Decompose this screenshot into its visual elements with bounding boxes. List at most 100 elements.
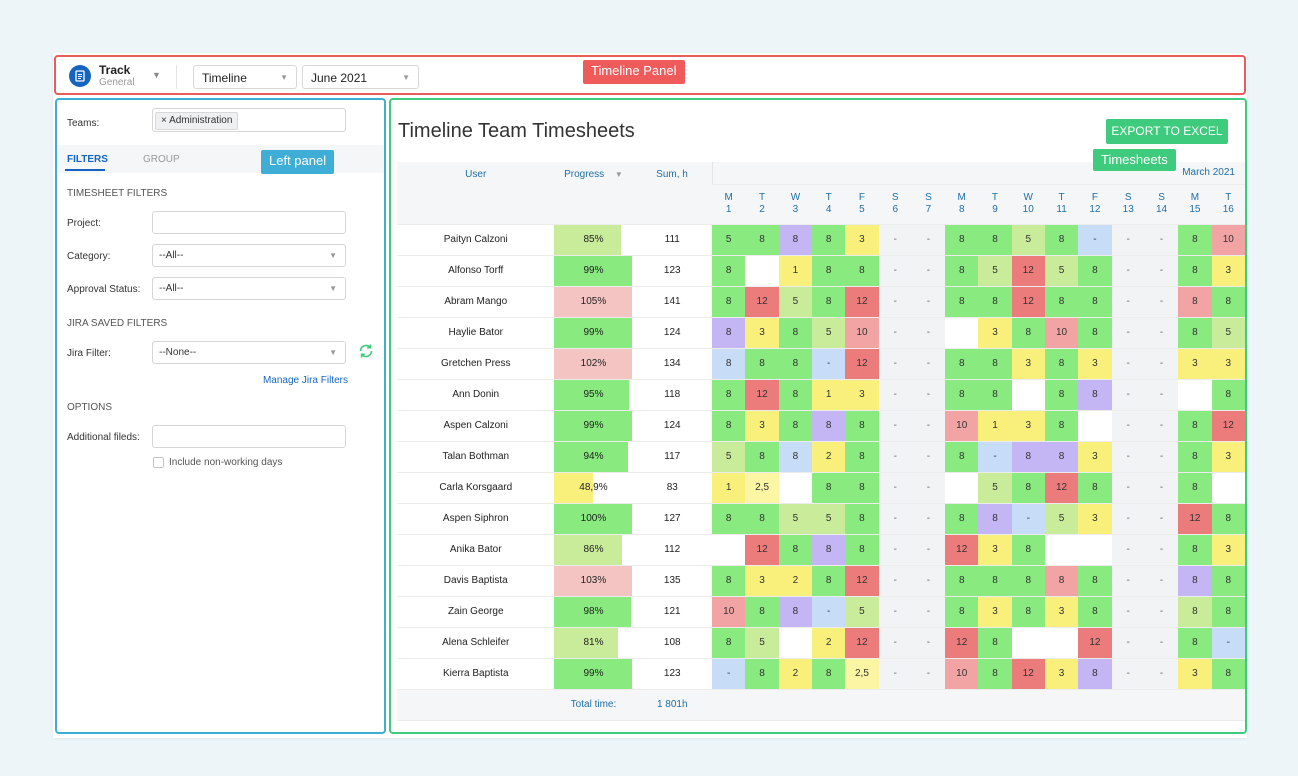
day-cell[interactable]: 8 xyxy=(1211,565,1245,597)
day-cell[interactable]: - xyxy=(878,410,912,442)
day-cell[interactable]: 8 xyxy=(945,503,979,535)
day-cell[interactable]: - xyxy=(1144,627,1179,659)
day-cell[interactable]: 10 xyxy=(945,658,979,690)
day-cell[interactable]: - xyxy=(812,348,846,380)
table-row[interactable]: Anika Bator 86% 112 12 8 8 8- -12 3 8- -8 3 xyxy=(397,534,1245,566)
user-name[interactable]: Alena Schleifer xyxy=(397,627,555,659)
day-cell[interactable]: 2 xyxy=(812,627,846,659)
day-cell[interactable]: 8 xyxy=(1178,565,1212,597)
day-cell[interactable]: - xyxy=(911,627,946,659)
additional-fields-input[interactable] xyxy=(152,425,346,448)
day-cell[interactable]: 10 xyxy=(1211,224,1245,256)
day-cell[interactable]: - xyxy=(1144,596,1179,628)
day-cell[interactable]: 8 xyxy=(978,224,1012,256)
day-cell[interactable]: 8 xyxy=(978,379,1012,411)
day-cell[interactable]: 5 xyxy=(1044,255,1079,287)
day-cell[interactable]: 10 xyxy=(945,410,979,442)
day-cell[interactable]: 8 xyxy=(1078,658,1112,690)
day-cell[interactable]: 3 xyxy=(1211,348,1245,380)
day-cell[interactable]: 3 xyxy=(845,379,879,411)
day-cell[interactable]: 1 xyxy=(812,379,846,411)
approval-status-select[interactable]: --All-- ▼ xyxy=(152,277,346,300)
day-cell[interactable]: 8 xyxy=(945,286,979,318)
day-cell[interactable]: - xyxy=(911,534,946,566)
day-cell[interactable]: 8 xyxy=(1044,410,1079,442)
day-cell[interactable]: 8 xyxy=(845,534,879,566)
day-cell[interactable]: 8 xyxy=(778,596,813,628)
document-icon[interactable] xyxy=(69,65,91,87)
day-cell[interactable]: - xyxy=(1144,441,1179,473)
day-cell[interactable]: - xyxy=(1111,658,1145,690)
export-to-excel-button[interactable]: EXPORT TO EXCEL xyxy=(1106,119,1228,144)
day-cell[interactable]: 8 xyxy=(1044,441,1079,473)
day-cell[interactable]: - xyxy=(1144,317,1179,349)
team-chip-administration[interactable]: × Administration xyxy=(155,112,239,130)
table-row[interactable]: Paityn Calzoni 85% 111 5 8 8 8 3- -8 8 5 8- - -8 10 xyxy=(397,224,1245,256)
day-cell[interactable]: 8 xyxy=(745,224,779,256)
day-cell[interactable]: - xyxy=(1111,255,1145,287)
day-cell[interactable]: 8 xyxy=(845,472,879,504)
day-cell[interactable]: 8 xyxy=(1011,534,1045,566)
day-cell[interactable] xyxy=(945,317,979,349)
day-cell[interactable]: - xyxy=(911,348,946,380)
day-cell[interactable]: - xyxy=(878,255,912,287)
day-cell[interactable]: - xyxy=(1111,441,1145,473)
day-cell[interactable]: 12 xyxy=(845,565,879,597)
table-row[interactable]: Gretchen Press 102% 134 8 8 8-12- -8 8 3 8 3- -3 3 xyxy=(397,348,1245,380)
day-cell[interactable]: 3 xyxy=(1078,503,1112,535)
day-cell[interactable]: 8 xyxy=(1078,286,1112,318)
user-name[interactable]: Davis Baptista xyxy=(397,565,555,597)
day-cell[interactable]: 8 xyxy=(712,348,746,380)
day-cell[interactable]: - xyxy=(878,658,912,690)
day-cell[interactable]: - xyxy=(812,596,846,628)
day-cell[interactable]: 8 xyxy=(1178,410,1212,442)
day-cell[interactable]: 2,5 xyxy=(745,472,779,504)
day-cell[interactable]: - xyxy=(1144,565,1179,597)
view-select[interactable]: Timeline ▼ xyxy=(193,65,297,89)
day-cell[interactable]: 8 xyxy=(812,565,846,597)
day-cell[interactable] xyxy=(1011,379,1045,411)
day-cell[interactable]: 12 xyxy=(845,627,879,659)
day-cell[interactable]: 5 xyxy=(1011,224,1045,256)
day-cell[interactable]: 8 xyxy=(812,472,846,504)
table-row[interactable]: Aspen Calzoni 99% 124 8 3 8 8 8- -10 1 3 8- -8 12 xyxy=(397,410,1245,442)
table-row[interactable]: Abram Mango 105% 141 8 12 5 8 12- -8 8 12 8 8- -8 8 xyxy=(397,286,1245,318)
user-name[interactable]: Talan Bothman xyxy=(397,441,555,473)
day-cell[interactable]: - xyxy=(712,658,746,690)
day-cell[interactable]: - xyxy=(1144,224,1179,256)
user-name[interactable]: Ann Donin xyxy=(397,379,555,411)
table-row[interactable]: Alfonso Torff 99% 123 8 1 8 8- -8 5 12 5 8- -8 3 xyxy=(397,255,1245,287)
day-cell[interactable]: 2 xyxy=(778,658,813,690)
day-cell[interactable]: 8 xyxy=(745,348,779,380)
day-cell[interactable]: - xyxy=(1144,286,1179,318)
day-cell[interactable]: 12 xyxy=(1011,286,1045,318)
day-cell[interactable]: 3 xyxy=(1211,255,1245,287)
day-cell[interactable]: 5 xyxy=(1044,503,1079,535)
user-name[interactable]: Haylie Bator xyxy=(397,317,555,349)
day-cell[interactable] xyxy=(1078,534,1112,566)
day-cell[interactable]: - xyxy=(1111,224,1145,256)
day-cell[interactable]: 10 xyxy=(845,317,879,349)
day-cell[interactable]: 8 xyxy=(745,658,779,690)
day-cell[interactable]: 8 xyxy=(945,441,979,473)
day-cell[interactable]: 2 xyxy=(812,441,846,473)
day-cell[interactable]: 12 xyxy=(1044,472,1079,504)
day-cell[interactable]: - xyxy=(978,441,1012,473)
day-cell[interactable]: 8 xyxy=(945,255,979,287)
day-cell[interactable]: 8 xyxy=(712,317,746,349)
day-cell[interactable]: 1 xyxy=(778,255,813,287)
user-name[interactable]: Aspen Calzoni xyxy=(397,410,555,442)
day-cell[interactable]: 8 xyxy=(712,379,746,411)
day-cell[interactable]: 8 xyxy=(1078,317,1112,349)
day-cell[interactable]: 3 xyxy=(1178,658,1212,690)
day-cell[interactable]: - xyxy=(878,224,912,256)
day-cell[interactable]: 8 xyxy=(1044,379,1079,411)
day-cell[interactable]: 8 xyxy=(778,441,813,473)
day-cell[interactable]: 8 xyxy=(1211,379,1245,411)
day-cell[interactable]: 12 xyxy=(945,534,979,566)
day-cell[interactable]: 8 xyxy=(1078,596,1112,628)
table-row[interactable]: Haylie Bator 99% 124 8 3 8 5 10- -3 8 10 8- -8 5 xyxy=(397,317,1245,349)
day-cell[interactable]: 1 xyxy=(978,410,1012,442)
day-cell[interactable]: - xyxy=(878,534,912,566)
day-cell[interactable]: 8 xyxy=(1078,472,1112,504)
